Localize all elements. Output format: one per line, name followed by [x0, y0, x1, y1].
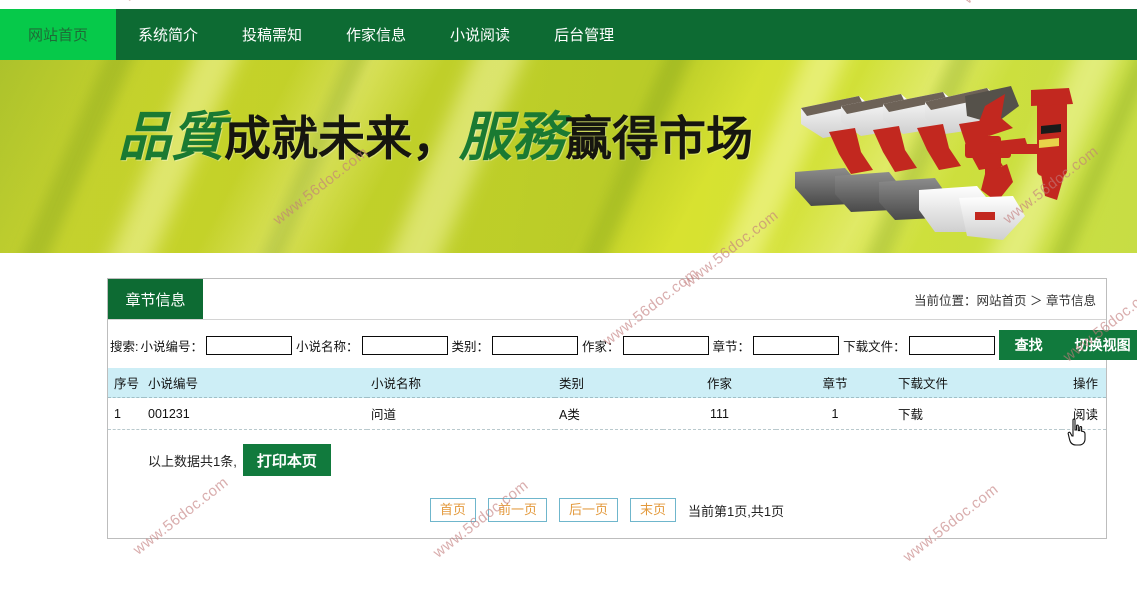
table-body: 1 001231 问道 A类 111 1 下载 阅读 [108, 397, 1106, 430]
print-page-button[interactable]: 打印本页 [242, 444, 331, 476]
switch-view-button[interactable]: 切换视图 [1058, 330, 1137, 360]
banner-slogan-accent-1: 品質 [118, 109, 224, 167]
th-download-file[interactable]: 下载文件 [894, 368, 1062, 398]
watermark-text: www.56doc.com [430, 0, 532, 1]
nav-item-label: 网站首页 [27, 27, 88, 44]
search-input-category[interactable] [492, 335, 579, 355]
panel-body: 搜索: 小说编号： 小说名称： 类别： 作家： 章节： 下载文件： 查找 切换视… [108, 320, 1137, 538]
banner-slogan-plain-1: 成就未来， [224, 114, 459, 166]
th-category[interactable]: 类别 [555, 368, 663, 398]
th-chapter[interactable]: 章节 [776, 368, 894, 398]
pager-info: 当前第1页,共1页 [687, 503, 785, 519]
breadcrumb-area: 当前位置：网站首页 ＞ 章节信息 [203, 279, 1106, 319]
cell-download-file: 下载 [894, 397, 1062, 430]
th-operation[interactable]: 操作 [1062, 368, 1106, 398]
nav-item-author-info[interactable]: 作家信息 [324, 9, 428, 60]
panel-tab-chapter-info[interactable]: 章节信息 [108, 279, 203, 319]
search-label-download-file: 下载文件： [843, 339, 906, 354]
cell-index: 1 [108, 397, 144, 430]
cell-operation: 阅读 [1062, 397, 1106, 430]
search-button[interactable]: 查找 [998, 330, 1059, 360]
watermark-text: www.56doc.com [120, 0, 222, 5]
main-navigation: 网站首页 系统简介 投稿需知 作家信息 小说阅读 后台管理 [0, 9, 1137, 60]
nav-item-label: 投稿需知 [242, 27, 303, 44]
nav-item-label: 系统简介 [138, 27, 199, 44]
banner-slogan-plain-2: 赢得市场 [565, 114, 753, 166]
th-novel-code[interactable]: 小说编号 [144, 368, 367, 398]
panel-header: 章节信息 当前位置：网站首页 ＞ 章节信息 [108, 279, 1106, 320]
banner-slogan: 品質成就未来，服務赢得市场 [118, 112, 753, 165]
nav-item-label: 作家信息 [346, 27, 407, 44]
search-form: 搜索: 小说编号： 小说名称： 类别： 作家： 章节： 下载文件： 查找 切换视… [108, 320, 1137, 368]
plow-implement-photo [795, 86, 1073, 240]
cell-novel-code: 001231 [144, 397, 367, 430]
pager-prev-button[interactable]: 前一页 [487, 498, 547, 522]
search-prefix-label: 搜索: [110, 339, 139, 354]
download-link[interactable]: 下载 [898, 408, 923, 422]
nav-item-submission-notice[interactable]: 投稿需知 [220, 9, 324, 60]
table-header-row: 序号 小说编号 小说名称 类别 作家 章节 下载文件 操作 [108, 368, 1106, 398]
search-input-novel-name[interactable] [361, 335, 448, 355]
cell-author: 111 [663, 397, 776, 430]
th-index[interactable]: 序号 [108, 368, 144, 398]
cell-novel-name: 问道 [367, 397, 555, 430]
summary-row: 以上数据共1条, 打印本页 [108, 430, 1106, 488]
content-panel: 章节信息 当前位置：网站首页 ＞ 章节信息 搜索: 小说编号： 小说名称： 类别… [107, 278, 1137, 539]
search-input-author[interactable] [622, 335, 709, 355]
watermark-text: www.56doc.com [700, 0, 802, 3]
nav-item-label: 小说阅读 [450, 27, 511, 44]
pagination: 首页 前一页 后一页 末页 当前第1页,共1页 [108, 488, 1106, 538]
nav-item-home[interactable]: 网站首页 [0, 9, 116, 60]
search-input-chapter[interactable] [753, 335, 840, 355]
breadcrumb: 当前位置：网站首页 ＞ 章节信息 [914, 293, 1096, 308]
hero-banner: 品質成就未来，服務赢得市场 [0, 60, 1137, 253]
panel-tab-label: 章节信息 [125, 291, 186, 309]
pager-first-button[interactable]: 首页 [429, 498, 476, 522]
banner-slogan-accent-2: 服務 [459, 109, 565, 167]
search-label-author: 作家： [582, 339, 620, 354]
nav-item-list: 网站首页 系统简介 投稿需知 作家信息 小说阅读 后台管理 [0, 9, 1137, 60]
search-label-category: 类别： [451, 339, 490, 354]
chapter-table: 序号 小说编号 小说名称 类别 作家 章节 下载文件 操作 1 001231 问… [108, 368, 1106, 430]
watermark-text: www.56doc.com [960, 0, 1062, 7]
table-row: 1 001231 问道 A类 111 1 下载 阅读 [108, 397, 1106, 430]
nav-item-admin[interactable]: 后台管理 [532, 9, 636, 60]
nav-item-label: 后台管理 [554, 27, 615, 44]
table-head: 序号 小说编号 小说名称 类别 作家 章节 下载文件 操作 [108, 368, 1106, 398]
nav-item-novel-reading[interactable]: 小说阅读 [428, 9, 532, 60]
pager-last-button[interactable]: 末页 [629, 498, 676, 522]
search-input-download-file[interactable] [908, 335, 995, 355]
nav-item-system-intro[interactable]: 系统简介 [116, 9, 220, 60]
pager-next-button[interactable]: 后一页 [558, 498, 618, 522]
read-link[interactable]: 阅读 [1073, 408, 1098, 422]
search-label-novel-name: 小说名称： [296, 339, 359, 354]
record-count-text: 以上数据共1条, [148, 453, 237, 469]
search-label-chapter: 章节： [712, 339, 751, 354]
th-novel-name[interactable]: 小说名称 [367, 368, 555, 398]
cell-category: A类 [555, 397, 663, 430]
cell-chapter: 1 [776, 397, 894, 430]
search-input-novel-code[interactable] [206, 335, 292, 355]
search-label-novel-code: 小说编号： [140, 339, 203, 354]
th-author[interactable]: 作家 [663, 368, 776, 398]
